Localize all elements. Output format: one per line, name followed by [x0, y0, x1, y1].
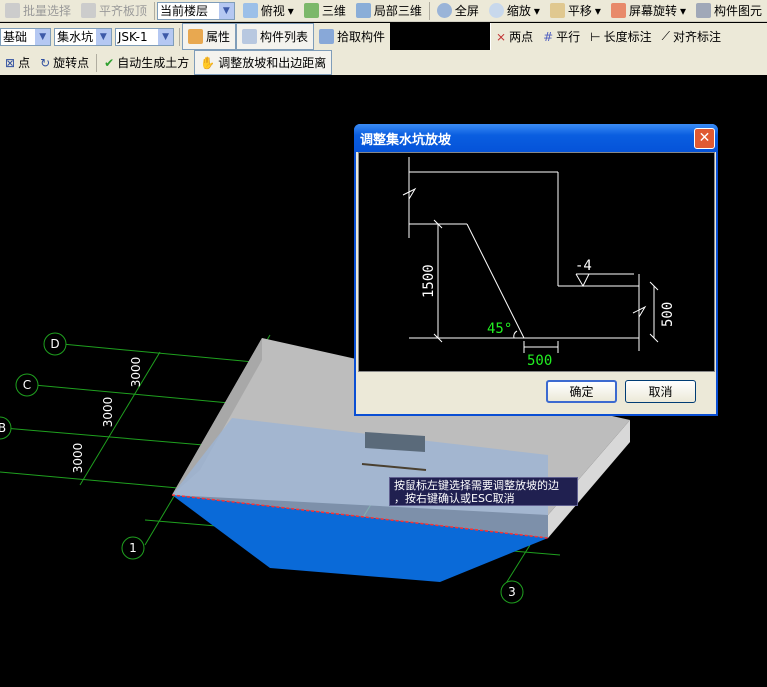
component-view-button[interactable]: 构件图元: [691, 0, 767, 21]
auto-earthwork-button[interactable]: ✔ 自动生成土方: [99, 50, 194, 75]
component-icon: [695, 3, 711, 18]
properties-button[interactable]: 属性: [181, 23, 236, 50]
pan-button[interactable]: 平移 ▾: [545, 0, 606, 21]
dimension-label: 3000: [129, 357, 143, 388]
axis-label-d: D: [50, 337, 59, 351]
align-top-icon: [81, 3, 97, 18]
separator: [428, 1, 430, 20]
three-d-button[interactable]: 三维: [299, 0, 351, 21]
three-d-icon: [303, 3, 319, 18]
rotate-icon: [610, 3, 626, 18]
batch-select-button[interactable]: 批量选择: [0, 0, 76, 21]
dialog-titlebar: 调整集水坑放坡 ✕: [354, 124, 718, 152]
cancel-button[interactable]: 取消: [625, 380, 696, 403]
properties-icon: [187, 29, 203, 44]
offset-label: 500: [527, 353, 552, 369]
magnifier-icon: [488, 3, 504, 18]
separator: [96, 53, 98, 72]
zoom-button[interactable]: 缩放 ▾: [484, 0, 545, 21]
parallel-icon: #: [543, 29, 554, 44]
dialog-title: 调整集水坑放坡: [360, 132, 452, 148]
fullscreen-button[interactable]: 全屏: [432, 0, 484, 21]
type-select[interactable]: 集水坑 ▼: [54, 27, 112, 46]
chevron-down-icon: ▼: [158, 28, 174, 45]
category-select[interactable]: 基础 ▼: [0, 27, 52, 46]
ok-button[interactable]: 确定: [546, 380, 617, 403]
check-icon: ✔: [104, 55, 115, 70]
depth-label: 1500: [421, 264, 437, 298]
toolbar-dimension: ⨯ 两点 # 平行 ⊢ 长度标注 ⟋ 对齐标注: [490, 23, 767, 50]
point-icon: ⊠: [5, 55, 16, 70]
aligned-dim-icon: ⟋: [661, 29, 671, 43]
length-dim-button[interactable]: ⊢ 长度标注: [585, 23, 656, 50]
slope-diagram: 1500 -4 45° 500 500: [358, 152, 715, 372]
rotate-screen-button[interactable]: 屏幕旋转 ▾: [606, 0, 691, 21]
component-select[interactable]: JSK-1 ▼: [114, 27, 175, 46]
length-dim-icon: ⊢: [590, 29, 601, 44]
separator: [179, 27, 180, 46]
adjust-slope-button[interactable]: ✋ 调整放坡和出边距离: [194, 50, 333, 75]
pick-component-button[interactable]: 拾取构件: [314, 23, 390, 50]
adjust-pit-slope-dialog: 调整集水坑放坡 ✕ 1500 -4 45° 500 500 确定 取消: [354, 124, 718, 416]
cube-icon: [242, 3, 258, 18]
batch-select-icon: [5, 3, 20, 18]
local-3d-icon: [355, 3, 371, 18]
elevation-label: -4: [575, 258, 592, 274]
pit-depth-label: 500: [660, 302, 676, 327]
floor-select[interactable]: 当前楼层 ▼: [157, 1, 235, 20]
dimension-label: 3000: [71, 443, 85, 474]
section-drawing: 1500 -4 45° 500 500: [402, 157, 676, 369]
chevron-down-icon: ▼: [35, 28, 51, 45]
local-3d-button[interactable]: 局部三维: [351, 0, 427, 21]
toolbar-component: 基础 ▼ 集水坑 ▼ JSK-1 ▼ 属性 构件列表 拾取构件: [0, 23, 390, 50]
rotate-point-icon: ↻: [40, 55, 51, 70]
chevron-down-icon: ▼: [218, 2, 234, 19]
close-button[interactable]: ✕: [694, 127, 715, 149]
point-button[interactable]: ⊠ 点: [0, 50, 35, 75]
axis-label-b: B: [0, 421, 6, 435]
top-view-button[interactable]: 俯视 ▾: [238, 0, 299, 21]
axis-label-c: C: [23, 378, 31, 392]
rotate-point-button[interactable]: ↻ 旋转点: [35, 50, 94, 75]
eyedropper-icon: [318, 29, 334, 44]
two-points-button[interactable]: ⨯ 两点: [491, 23, 538, 50]
hand-icon: [549, 3, 565, 18]
hint-tooltip: 按鼠标左键选择需要调整放坡的边 ，按右键确认或ESC取消: [389, 477, 578, 506]
toolbar-pit: ⊠ 点 ↻ 旋转点 ✔ 自动生成土方 ✋ 调整放坡和出边距离: [0, 50, 767, 75]
angle-label: 45°: [487, 321, 512, 337]
aligned-dim-button[interactable]: ⟋ 对齐标注: [657, 23, 726, 50]
dimension-label: 3000: [101, 397, 115, 428]
two-points-icon: ⨯: [496, 29, 507, 44]
axis-label-3: 3: [508, 585, 516, 599]
separator: [154, 1, 155, 20]
adjust-slope-icon: ✋: [200, 55, 216, 70]
chevron-down-icon: ▼: [95, 28, 111, 45]
component-list-button[interactable]: 构件列表: [235, 23, 314, 50]
list-icon: [241, 29, 257, 44]
parallel-button[interactable]: # 平行: [538, 23, 585, 50]
axis-label-1: 1: [129, 541, 137, 555]
align-top-button[interactable]: 平齐板顶: [76, 0, 152, 21]
fullscreen-icon: [436, 3, 452, 18]
toolbar-main: 批量选择 平齐板顶 当前楼层 ▼ 俯视 ▾ 三维 局部三维 全屏 缩放 ▾ 平移 …: [0, 0, 767, 22]
